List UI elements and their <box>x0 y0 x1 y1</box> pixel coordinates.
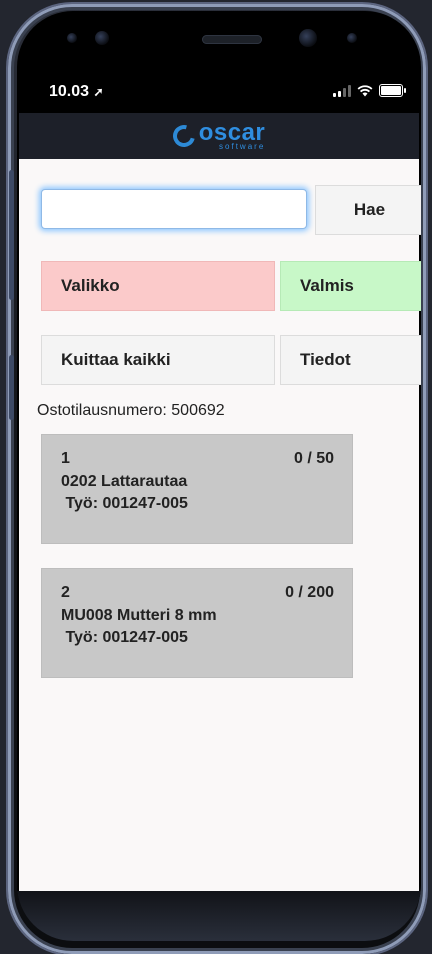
logo-mark-icon <box>168 120 199 152</box>
status-time-text: 10.03 <box>49 83 90 100</box>
order-line-item[interactable]: 2 0 / 200 MU008 Mutteri 8 mm Työ: 001247… <box>41 568 353 678</box>
app-header: oscar software <box>19 113 419 159</box>
phone-screen: 10.03 ➚ oscar software Hae Valikko Valmi… <box>17 11 421 941</box>
status-bar: 10.03 ➚ <box>17 73 421 113</box>
purchase-order-number: Ostotilausnumero: 500692 <box>37 402 225 419</box>
sensor-icon <box>95 31 109 45</box>
item-quantity: 0 / 50 <box>293 450 334 467</box>
item-quantity: 0 / 200 <box>285 584 334 601</box>
search-input[interactable] <box>41 189 307 229</box>
status-icons <box>333 84 406 97</box>
item-work-order: Työ: 001247-005 <box>61 495 188 512</box>
item-name: 0202 Lattarautaa <box>61 473 188 490</box>
search-button[interactable]: Hae <box>315 185 421 235</box>
oscar-logo: oscar software <box>168 121 266 152</box>
order-line-item[interactable]: 1 0 / 50 0202 Lattarautaa Työ: 001247-00… <box>41 434 353 544</box>
sensor-icon <box>67 33 77 43</box>
cellular-signal-icon <box>333 84 351 97</box>
logo-wordmark: oscar software <box>199 121 266 151</box>
volume-button <box>9 170 14 300</box>
item-name: MU008 Mutteri 8 mm <box>61 607 217 624</box>
sensor-icon <box>347 33 357 43</box>
wifi-icon <box>357 84 373 96</box>
item-index: 1 <box>61 450 70 467</box>
done-button[interactable]: Valmis <box>280 261 421 311</box>
speaker-grille <box>202 35 262 44</box>
menu-button[interactable]: Valikko <box>41 261 275 311</box>
side-button <box>9 355 14 420</box>
main-content: Hae Valikko Valmis Kuittaa kaikki Tiedot… <box>19 159 421 891</box>
logo-subtext: software <box>219 142 266 151</box>
item-work-order: Työ: 001247-005 <box>61 629 188 646</box>
acknowledge-all-button[interactable]: Kuittaa kaikki <box>41 335 275 385</box>
info-button[interactable]: Tiedot <box>280 335 421 385</box>
battery-icon <box>379 84 406 97</box>
top-bezel <box>17 11 421 71</box>
item-index: 2 <box>61 584 70 601</box>
location-arrow-icon: ➚ <box>93 85 104 99</box>
front-camera-icon <box>299 29 317 47</box>
bottom-bezel <box>17 891 421 941</box>
status-time: 10.03 ➚ <box>49 83 104 101</box>
